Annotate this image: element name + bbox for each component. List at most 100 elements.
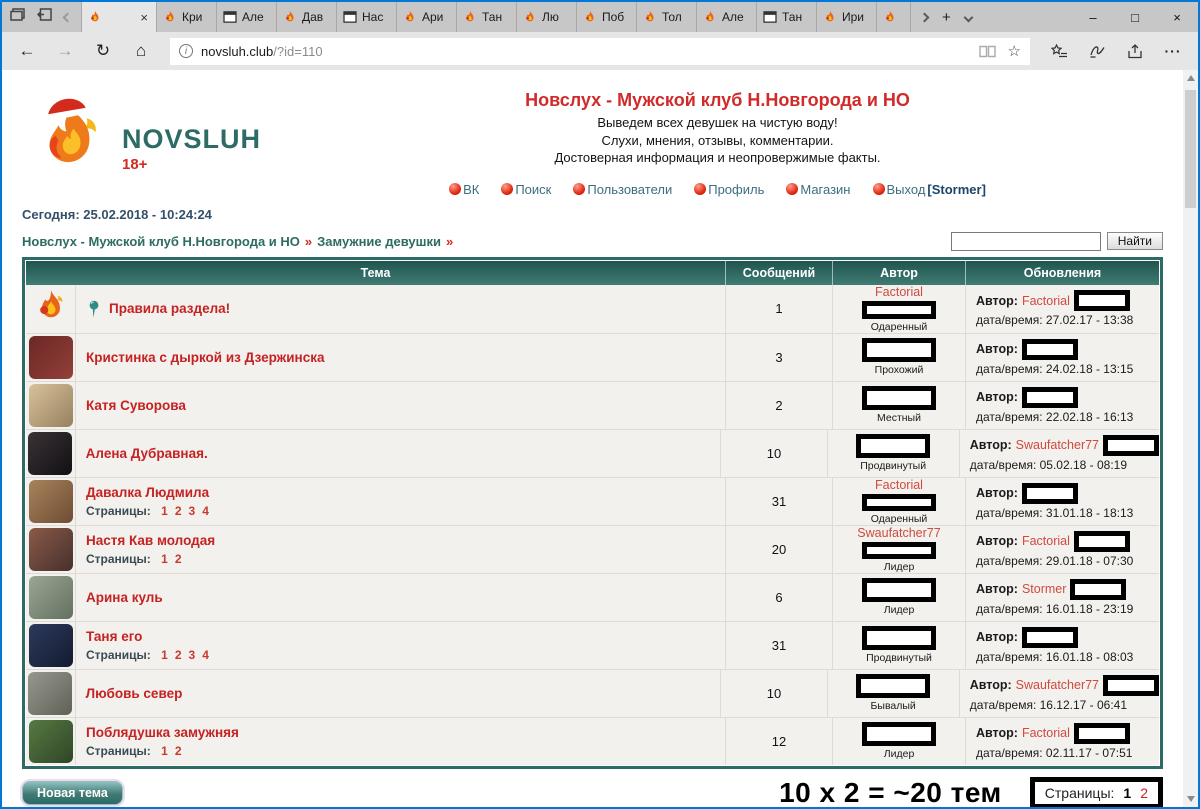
browser-tab[interactable] bbox=[877, 2, 911, 32]
minimize-button[interactable]: – bbox=[1072, 2, 1114, 32]
topic-page-link[interactable]: 2 bbox=[175, 744, 182, 758]
censored-author-name bbox=[856, 674, 930, 698]
set-tabs-aside-icon[interactable] bbox=[37, 8, 52, 26]
red-ball-icon bbox=[449, 183, 461, 195]
tab-preview-icon[interactable] bbox=[10, 8, 25, 26]
browser-tab[interactable]: Лю bbox=[517, 2, 577, 32]
updated-datetime: дата/время: 22.02.18 - 16:13 bbox=[976, 410, 1159, 424]
site-nav-link-1[interactable]: Поиск bbox=[501, 182, 551, 197]
browser-tab[interactable]: Тан bbox=[457, 2, 517, 32]
header-updates: Обновления bbox=[966, 261, 1159, 285]
share-icon[interactable] bbox=[1118, 36, 1152, 66]
red-ball-icon bbox=[501, 183, 513, 195]
topic-title-link[interactable]: Катя Суворова bbox=[86, 398, 186, 413]
topic-pages-label: Страницы: bbox=[86, 648, 151, 662]
author-link[interactable]: Swaufatcher77 bbox=[857, 526, 940, 540]
browser-tab[interactable]: Нас bbox=[337, 2, 397, 32]
topic-title-link[interactable]: Таня его bbox=[86, 629, 142, 644]
updated-author-link[interactable]: Swaufatcher77 bbox=[1016, 438, 1099, 452]
breadcrumb-link[interactable]: Новслух - Мужской клуб Н.Новгорода и НО bbox=[22, 234, 300, 249]
topic-title-link[interactable]: Любовь север bbox=[86, 686, 183, 701]
window-controls: – □ × bbox=[1072, 2, 1198, 32]
site-nav-link-3[interactable]: Профиль bbox=[694, 182, 764, 197]
add-favorite-star-icon[interactable]: ☆ bbox=[1008, 42, 1021, 60]
updated-datetime: дата/время: 29.01.18 - 07:30 bbox=[976, 554, 1159, 568]
reading-view-icon[interactable] bbox=[979, 45, 996, 58]
topic-title-link[interactable]: Алена Дубравная. bbox=[86, 446, 208, 461]
maximize-button[interactable]: □ bbox=[1114, 2, 1156, 32]
breadcrumb-link[interactable]: Замужние девушки bbox=[317, 234, 441, 249]
browser-tab[interactable]: × bbox=[81, 2, 157, 32]
updates-cell: Автор: дата/время: 31.01.18 - 18:13 bbox=[966, 478, 1159, 525]
hub-favorites-icon[interactable] bbox=[1042, 36, 1076, 66]
vertical-scrollbar[interactable] bbox=[1183, 70, 1198, 807]
topic-title-link[interactable]: Арина куль bbox=[86, 590, 163, 605]
browser-tab[interactable]: Тол bbox=[637, 2, 697, 32]
censored-updated-author bbox=[1074, 531, 1130, 552]
home-button[interactable]: ⌂ bbox=[124, 36, 158, 66]
topic-title-link[interactable]: Настя Кав молодая bbox=[86, 533, 215, 548]
new-tab-icon[interactable]: + bbox=[942, 9, 951, 26]
browser-tab[interactable]: Але bbox=[697, 2, 757, 32]
browser-tab[interactable]: Кри bbox=[157, 2, 217, 32]
author-link[interactable]: Factorial bbox=[875, 285, 923, 299]
topic-page-link[interactable]: 1 bbox=[161, 648, 168, 662]
pagination-page-link[interactable]: 2 bbox=[1140, 785, 1148, 801]
updated-author-link[interactable]: Stormer bbox=[1022, 582, 1066, 596]
topic-title-link[interactable]: Давалка Людмила bbox=[86, 485, 209, 500]
forward-button[interactable]: → bbox=[48, 36, 82, 66]
browser-tab[interactable]: Тан bbox=[757, 2, 817, 32]
site-nav-link-logout[interactable]: Выход [Stormer] bbox=[873, 182, 986, 197]
updated-author-link[interactable]: Swaufatcher77 bbox=[1016, 678, 1099, 692]
browser-tab[interactable]: Дав bbox=[277, 2, 337, 32]
tab-title: Нас bbox=[362, 10, 390, 24]
site-nav-link-4[interactable]: Магазин bbox=[786, 182, 850, 197]
tab-menu-icon[interactable] bbox=[963, 12, 973, 22]
more-menu-icon[interactable]: ··· bbox=[1156, 36, 1190, 66]
updated-author-link[interactable]: Factorial bbox=[1022, 726, 1070, 740]
updated-author-link[interactable]: Factorial bbox=[1022, 534, 1070, 548]
red-ball-icon bbox=[573, 183, 585, 195]
browser-tab[interactable]: Ири bbox=[817, 2, 877, 32]
updated-author-link[interactable]: Factorial bbox=[1022, 294, 1070, 308]
topic-page-link[interactable]: 1 bbox=[161, 504, 168, 518]
site-nav-link-0[interactable]: ВК bbox=[449, 182, 479, 197]
search-input[interactable] bbox=[951, 232, 1101, 251]
topic-page-link[interactable]: 2 bbox=[175, 648, 182, 662]
topic-title-link[interactable]: Правила раздела! bbox=[109, 301, 230, 316]
topic-page-link[interactable]: 4 bbox=[202, 648, 209, 662]
site-info-icon[interactable]: i bbox=[179, 44, 193, 58]
browser-tab[interactable]: Ари bbox=[397, 2, 457, 32]
ink-notes-icon[interactable] bbox=[1080, 36, 1114, 66]
scroll-tabs-right-icon[interactable] bbox=[920, 12, 930, 22]
topic-title-link[interactable]: Кристинка с дыркой из Дзержинска bbox=[86, 350, 324, 365]
topic-page-link[interactable]: 2 bbox=[175, 552, 182, 566]
topic-page-link[interactable]: 1 bbox=[161, 744, 168, 758]
topic-page-link[interactable]: 2 bbox=[175, 504, 182, 518]
topic-page-link[interactable]: 3 bbox=[189, 648, 196, 662]
topic-page-link[interactable]: 1 bbox=[161, 552, 168, 566]
browser-tab[interactable]: Але bbox=[217, 2, 277, 32]
author-link[interactable]: Factorial bbox=[875, 478, 923, 492]
scroll-up-icon[interactable] bbox=[1187, 75, 1195, 81]
scroll-down-icon[interactable] bbox=[1187, 796, 1195, 802]
address-bar[interactable]: i novsluh.club /?id=110 ☆ bbox=[170, 38, 1030, 65]
search-button[interactable]: Найти bbox=[1107, 232, 1163, 250]
site-logo[interactable]: NOVSLUH 18+ bbox=[32, 90, 312, 197]
tab-close-icon[interactable]: × bbox=[138, 10, 150, 25]
refresh-button[interactable]: ↻ bbox=[86, 36, 120, 66]
new-topic-button[interactable]: Новая тема bbox=[22, 781, 123, 805]
updated-datetime: дата/время: 16.12.17 - 06:41 bbox=[970, 698, 1159, 712]
topic-page-link[interactable]: 3 bbox=[189, 504, 196, 518]
back-button[interactable]: ← bbox=[10, 36, 44, 66]
topic-page-link[interactable]: 4 bbox=[202, 504, 209, 518]
censored-updated-author bbox=[1022, 627, 1078, 648]
censored-author-name bbox=[862, 626, 936, 650]
site-nav-link-2[interactable]: Пользователи bbox=[573, 182, 672, 197]
scrollbar-thumb[interactable] bbox=[1185, 90, 1196, 208]
scroll-tabs-left-icon[interactable] bbox=[63, 12, 73, 22]
close-button[interactable]: × bbox=[1156, 2, 1198, 32]
browser-tab[interactable]: Поб bbox=[577, 2, 637, 32]
censored-updated-author bbox=[1022, 339, 1078, 360]
topic-title-link[interactable]: Поблядушка замужняя bbox=[86, 725, 239, 740]
